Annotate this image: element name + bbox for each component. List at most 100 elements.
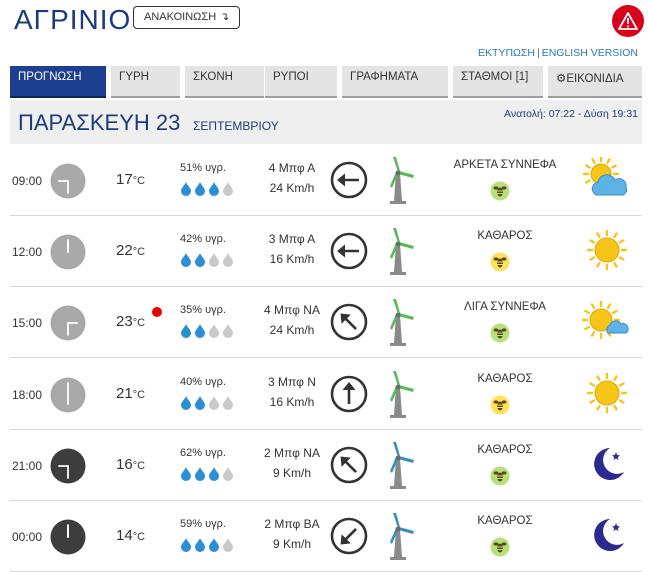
warning-triangle-icon[interactable]: [612, 5, 644, 37]
print-link[interactable]: ΕΚΤΥΠΩΣΗ: [478, 47, 535, 59]
row-humidity: 59% υγρ.: [180, 518, 226, 530]
gear-icon: ⚙: [556, 73, 567, 85]
row-temperature: 16°C: [116, 456, 145, 473]
wind-turbine-icon: [380, 369, 418, 419]
max-temp-dot-icon: [152, 307, 162, 318]
partly-cloudy-icon: [582, 155, 632, 201]
wind-turbine-icon: [380, 226, 418, 276]
temperature-unit: °C: [132, 388, 146, 401]
row-condition: ΚΑΘΑΡΟΣ: [477, 230, 533, 243]
temperature-unit: °C: [132, 175, 146, 187]
row-humidity: 51% υγρ.: [180, 162, 226, 174]
row-wind-speed: 9 Km/h: [272, 465, 311, 480]
tab-label: ΕΙΚΟΝΙΔΙΑ: [566, 73, 624, 85]
row-temperature: 21°C: [116, 385, 145, 402]
tab-stations[interactable]: ΣΤΑΘΜΟΙ [1]: [453, 66, 543, 98]
announcement-button[interactable]: ΑΝΑΚΟΙΝΩΣΗ ↴: [133, 6, 241, 29]
forecast-row: 12:00 22°C 42% υγρ. 3 Μπφ Α 16 Km/h ΚΑΘΑ…: [10, 216, 642, 288]
tab-bar: ΠΡΟΓΝΩΣΗ ΓΥΡΗ ΣΚΟΝΗ ΡΥΠΟΙ ΓΡΑΦΗΜΑΤΑ ΣΤΑΘ…: [10, 66, 642, 100]
tab-dust[interactable]: ΣΚΟΝΗ: [185, 66, 264, 98]
announcement-arrow-icon: ↴: [220, 11, 230, 23]
row-wind-speed: 24 Km/h: [269, 181, 315, 195]
day-month: ΣΕΠΤΕΜΒΡΙΟΥ: [193, 119, 279, 133]
clock-icon: [50, 305, 86, 341]
top-links: ΕΚΤΥΠΩΣΗ | ENGLISH VERSION: [478, 47, 638, 59]
tab-label: ΣΤΑΘΜΟΙ [1]: [461, 71, 529, 83]
row-condition: ΚΑΘΑΡΟΣ: [477, 372, 533, 385]
wind-direction-arrow-icon: [330, 375, 368, 413]
tab-label: ΠΡΟΓΝΩΣΗ: [18, 71, 82, 83]
clock-icon: [50, 377, 86, 413]
row-wind-beaufort: 4 Μπφ Α: [268, 161, 316, 175]
tab-label: ΓΥΡΗ: [119, 71, 149, 83]
row-condition: ΚΑΘΑΡΟΣ: [477, 515, 533, 527]
temperature-unit: °C: [132, 459, 146, 472]
clock-icon: [50, 448, 86, 484]
wind-turbine-icon: [380, 511, 418, 561]
english-version-link[interactable]: ENGLISH VERSION: [542, 47, 638, 59]
sun-icon: [582, 228, 632, 272]
forecast-row: 09:00 17°C 51% υγρ. 4 Μπφ Α 24 Km/h ΑΡΚΕ…: [10, 145, 642, 216]
forecast-row: 21:00 16°C 62% υγρ. 2 Μπφ ΝΑ 9 Km/h ΚΑΘΑ…: [10, 430, 642, 501]
wind-direction-arrow-icon: [330, 303, 368, 341]
tab-pollen[interactable]: ΓΥΡΗ: [111, 66, 180, 98]
header: ΑΓΡΙΝΙΟ ΑΝΑΚΟΙΝΩΣΗ ↴: [0, 0, 648, 44]
row-temperature: 23°C: [116, 313, 145, 330]
row-temperature: 22°C: [116, 242, 145, 259]
temperature-unit: °C: [132, 246, 146, 259]
humidity-drops-icon: [180, 465, 236, 481]
row-wind-beaufort: 2 Μπφ ΝΑ: [264, 445, 320, 460]
announcement-label: ΑΝΑΚΟΙΝΩΣΗ: [144, 11, 217, 23]
row-humidity: 42% υγρ.: [180, 233, 226, 246]
row-time: 18:00: [12, 387, 43, 402]
humidity-drops-icon: [180, 394, 236, 410]
sun-icon: [582, 371, 632, 415]
row-condition: ΑΡΚΕΤΑ ΣΥΝΝΕΦΑ: [453, 159, 557, 171]
sun-cloud-icon: [581, 299, 632, 343]
row-time: 00:00: [12, 530, 43, 544]
link-separator: |: [536, 47, 540, 59]
row-wind-beaufort: 3 Μπφ Α: [268, 232, 316, 247]
clock-icon: [50, 163, 86, 199]
bee-icon: [490, 181, 510, 201]
wind-direction-arrow-icon: [330, 517, 368, 555]
wind-turbine-icon: [380, 297, 418, 347]
row-condition: ΚΑΘΑΡΟΣ: [477, 443, 533, 456]
temperature-value: 14: [116, 527, 133, 544]
temperature-value: 22: [116, 242, 133, 260]
row-humidity: 35% υγρ.: [180, 304, 226, 317]
tab-graphs[interactable]: ΓΡΑΦΗΜΑΤΑ: [342, 66, 448, 98]
humidity-drops-icon: [180, 322, 236, 339]
tab-label: ΣΚΟΝΗ: [193, 71, 233, 83]
temperature-value: 17: [116, 171, 133, 188]
row-humidity: 62% υγρ.: [180, 446, 226, 459]
row-humidity: 40% υγρ.: [180, 375, 226, 388]
sunrise-sunset: Ανατολή: 07:22 - Δύση 19:31: [504, 108, 638, 120]
clock-icon: [50, 519, 86, 555]
tab-label: ΓΡΑΦΗΜΑΤΑ: [350, 71, 419, 83]
tab-pollutants[interactable]: ΡΥΠΟΙ: [265, 66, 337, 98]
temperature-value: 23: [116, 313, 133, 331]
bee-icon: [490, 323, 510, 343]
bee-icon: [490, 252, 510, 272]
clock-icon: [50, 234, 86, 270]
bee-icon: [490, 466, 510, 486]
row-temperature: 17°C: [116, 171, 145, 188]
row-condition: ΛΙΓΑ ΣΥΝΝΕΦΑ: [464, 301, 546, 314]
row-time: 09:00: [12, 174, 43, 188]
day-name: ΠΑΡΑΣΚΕΥΗ 23: [18, 110, 181, 135]
row-wind-beaufort: 4 Μπφ ΝΑ: [264, 303, 320, 318]
row-time: 15:00: [12, 316, 43, 331]
temperature-value: 21: [116, 384, 133, 402]
tab-forecast[interactable]: ΠΡΟΓΝΩΣΗ: [10, 66, 106, 98]
row-wind-beaufort: 2 Μπφ ΒΑ: [264, 517, 320, 531]
temperature-unit: °C: [132, 317, 146, 330]
row-temperature: 14°C: [116, 527, 145, 544]
forecast-row: 15:00 23°C 35% υγρ. 4 Μπφ ΝΑ 24 Km/h ΛΙΓ…: [10, 287, 642, 359]
city-title: ΑΓΡΙΝΙΟ: [14, 4, 132, 35]
moon-icon: [582, 513, 632, 557]
day-header: ΠΑΡΑΣΚΕΥΗ 23 ΣΕΠΤΕΜΒΡΙΟΥ Ανατολή: 07:22 …: [10, 100, 642, 144]
tab-icons[interactable]: ⚙ΕΙΚΟΝΙΔΙΑ: [548, 66, 642, 98]
wind-direction-arrow-icon: [330, 161, 368, 199]
humidity-drops-icon: [180, 536, 236, 552]
